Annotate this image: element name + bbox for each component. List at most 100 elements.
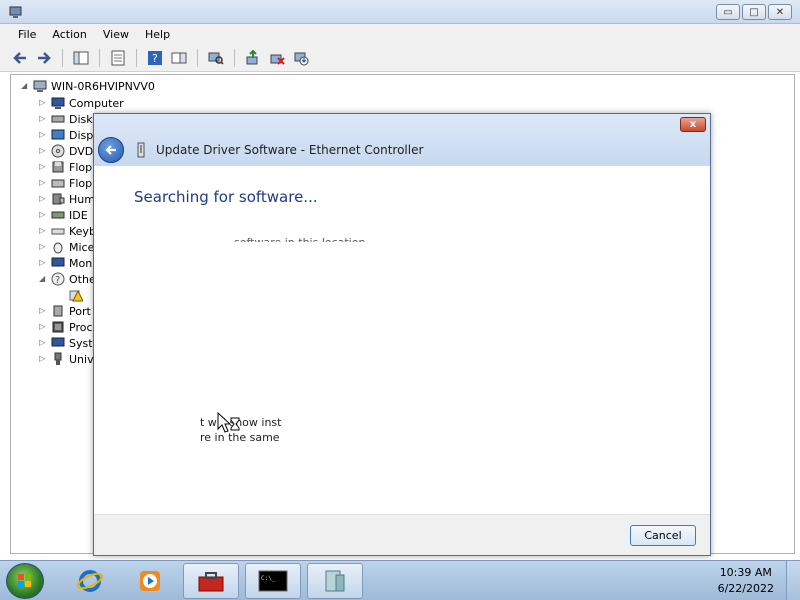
tree-item-system-devices[interactable]: ▷ Syst [39,335,93,351]
taskbar-toolbox-app[interactable] [183,563,239,599]
expand-triangle-icon[interactable]: ▷ [39,307,47,315]
toolbar-separator [197,48,198,67]
computer-icon [51,97,65,109]
expand-triangle-icon[interactable]: ▷ [39,195,47,203]
system-icon [51,337,65,347]
tree-root[interactable]: ◢ WIN-0R6HVIPNVV0 [21,79,155,93]
close-button[interactable]: ✕ [768,4,792,20]
back-button[interactable] [98,137,124,163]
tree-item-label: Disp [69,128,94,142]
toolbar-separator [136,48,137,67]
media-player-icon [140,571,160,591]
tree-item-processors[interactable]: ▷ Proc [39,319,93,335]
expand-triangle-icon[interactable]: ▷ [39,99,47,107]
disable-device-icon[interactable] [291,48,311,68]
forward-arrow-icon[interactable] [34,48,54,68]
expand-triangle-icon[interactable]: ▷ [39,163,47,171]
tree-item-computer[interactable]: ▷ Computer [39,95,124,111]
update-driver-dialog: x Update Driver Software - Ethernet Cont… [93,113,711,556]
expand-triangle-icon[interactable]: ▷ [39,115,47,123]
taskbar-device-manager[interactable] [307,563,363,599]
system-clock[interactable]: 10:39 AM 6/22/2022 [718,565,774,597]
scan-hardware-icon[interactable] [206,48,226,68]
console-tree-icon[interactable] [71,48,91,68]
expand-triangle-icon[interactable]: ▷ [39,259,47,267]
show-desktop-button[interactable] [786,561,800,600]
device-icon [137,142,145,158]
dialog-close-button[interactable]: x [680,117,706,132]
tree-item-floppy-controller[interactable]: ▷ Flop [39,159,92,175]
ide-icon [51,211,65,219]
display-icon [51,129,65,140]
taskbar-command-prompt[interactable]: C:\_ [245,563,301,599]
tree-item-ethernet-controller[interactable] [69,287,83,303]
expand-triangle-icon[interactable]: ▷ [39,355,47,363]
tree-item-label: Mon [69,256,93,270]
expand-triangle-icon[interactable]: ▷ [39,339,47,347]
tree-item-mice[interactable]: ▷ Mice [39,239,94,255]
toolbox-icon [198,572,224,592]
clock-time: 10:39 AM [719,566,772,579]
tree-item-label: Computer [69,96,124,110]
properties-icon[interactable] [108,48,128,68]
tree-item-display[interactable]: ▷ Disp [39,127,93,143]
tree-item-label: IDE [69,208,88,222]
expand-triangle-icon[interactable]: ▷ [39,211,47,219]
searching-heading: Searching for software... [134,188,318,206]
menu-help[interactable]: Help [137,28,178,41]
processor-icon [52,321,64,333]
collapse-triangle-icon[interactable]: ◢ [21,82,29,90]
menu-file[interactable]: File [10,28,44,41]
expand-triangle-icon[interactable]: ▷ [39,179,47,187]
menu-action[interactable]: Action [44,28,94,41]
show-hide-pane-icon[interactable] [169,48,189,68]
start-button[interactable] [6,563,44,599]
tree-item-label: Syst [69,336,93,350]
expand-triangle-icon[interactable]: ▷ [39,323,47,331]
keyboard-icon [51,228,65,235]
tree-item-usb[interactable]: ▷ Univ [39,351,94,367]
toolbar-separator [99,48,100,67]
tree-item-label: Univ [69,352,94,366]
collapse-triangle-icon[interactable]: ◢ [39,275,47,283]
taskbar-media-player[interactable] [122,563,178,599]
tree-item-label: Mice [69,240,95,254]
expand-triangle-icon[interactable]: ▷ [39,131,47,139]
help-icon[interactable]: ? [145,48,165,68]
tree-item-keyboard[interactable]: ▷ Keyb [39,223,96,239]
faint-status-text: software in this location [234,236,366,249]
busy-cursor-icon [217,412,240,433]
tree-item-other-devices[interactable]: ◢? Othe [39,271,96,287]
hid-icon [52,193,65,205]
tree-item-ide[interactable]: ▷ IDE [39,207,88,223]
floppy-icon [52,161,64,173]
cancel-button[interactable]: Cancel [630,525,696,546]
svg-text:C:\_: C:\_ [261,575,276,582]
tree-item-label: Flop [69,176,93,190]
expand-triangle-icon[interactable]: ▷ [39,147,47,155]
device-manager-title-bar: ▭ □ ✕ [0,0,800,24]
taskbar-internet-explorer[interactable] [62,563,118,599]
tree-item-floppy-drive[interactable]: ▷ Flop [39,175,92,191]
tree-item-ports[interactable]: ▷ Port [39,303,91,319]
windows-logo-icon [18,574,31,587]
device-manager-taskbar-icon [325,570,345,592]
menu-view[interactable]: View [95,28,137,41]
maximize-button[interactable]: □ [742,4,766,20]
toolbar-separator [234,48,235,67]
expand-triangle-icon[interactable]: ▷ [39,243,47,251]
tree-item-label: Disk [69,112,93,126]
update-driver-icon[interactable] [243,48,263,68]
dialog-title: Update Driver Software - Ethernet Contro… [156,143,424,157]
uninstall-device-icon[interactable] [267,48,287,68]
tree-item-label: Othe [69,272,96,286]
tree-item-dvd[interactable]: ▷ DVD [39,143,93,159]
expand-triangle-icon[interactable]: ▷ [39,227,47,235]
minimize-button[interactable]: ▭ [716,4,740,20]
tree-item-disk[interactable]: ▷ Disk [39,111,93,127]
back-arrow-icon[interactable] [10,48,30,68]
tree-item-monitors[interactable]: ▷ Mon [39,255,92,271]
tree-item-hid[interactable]: ▷ Hum [39,191,95,207]
tree-item-label: Hum [69,192,95,206]
tree-item-label: DVD [69,144,94,158]
